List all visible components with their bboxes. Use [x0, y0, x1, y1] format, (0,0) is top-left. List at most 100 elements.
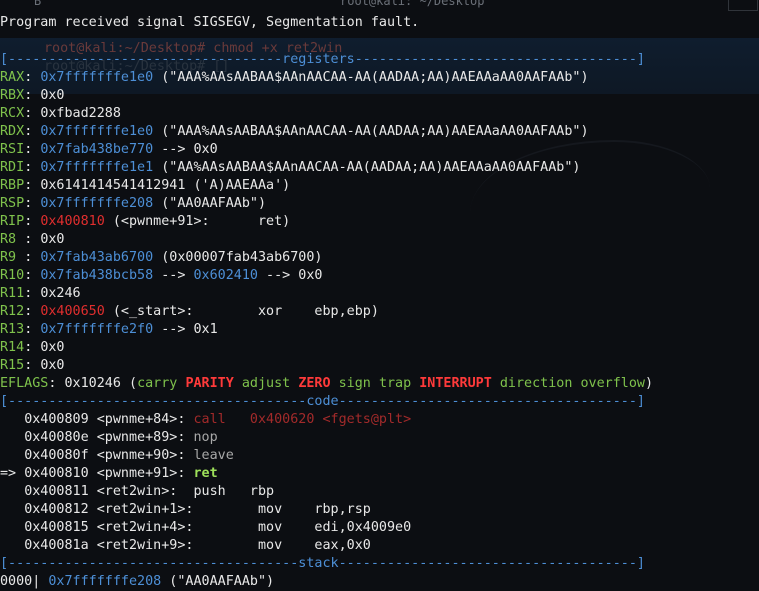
register-separator: :	[24, 106, 41, 121]
register-separator: :	[24, 358, 41, 373]
register-detail: ('A)AAEAAa')	[185, 178, 291, 193]
register-name: RAX	[0, 70, 25, 85]
eflags-value: : 0x10246 (	[48, 376, 138, 391]
register-row: RBP: 0x6141414541412941 ('A)AAEAAa')	[0, 177, 290, 195]
register-value: 0x7fffffffe1e0	[40, 70, 154, 85]
register-name: RIP	[0, 214, 25, 229]
register-value: 0x7fffffffe2f0	[40, 322, 154, 337]
register-value: 0x400650	[40, 304, 105, 319]
register-row: R12: 0x400650 (<_start>: xor ebp,ebp)	[0, 303, 379, 321]
register-name: R13	[0, 322, 25, 337]
code-row: 0x400811 <ret2win>: push rbp	[0, 483, 274, 501]
instruction-address: 0x40081a	[24, 538, 89, 553]
current-instruction-marker	[0, 448, 24, 463]
eflag-adjust: adjust	[241, 376, 291, 391]
code-row: 0x40080e <pwnme+89>: nop	[0, 429, 218, 447]
instruction-operands: eax,0x0	[282, 538, 371, 553]
register-name: RDX	[0, 124, 25, 139]
register-value: 0x0	[40, 358, 65, 373]
code-row: 0x400815 <ret2win+4>: mov edi,0x4009e0	[0, 519, 411, 537]
register-row: RSI: 0x7fab438be770 --> 0x0	[0, 141, 218, 159]
register-name: R14	[0, 340, 25, 355]
instruction-symbol: <ret2win+4>:	[88, 520, 258, 535]
instruction-address: 0x400812	[24, 502, 89, 517]
register-value: 0x7fab438be770	[40, 142, 154, 157]
eflags-space	[492, 376, 500, 391]
register-name: R15	[0, 358, 25, 373]
register-separator: :	[24, 124, 41, 139]
code-row: 0x400809 <pwnme+84>: call 0x400620 <fget…	[0, 411, 411, 429]
instruction-mnemonic: push	[193, 484, 226, 499]
register-value: 0x7fab438bcb58	[40, 268, 154, 283]
register-value: 0x7fffffffe1e1	[40, 160, 154, 175]
register-separator: :	[24, 196, 41, 211]
instruction-symbol: <ret2win+1>:	[88, 502, 258, 517]
eflag-direction: direction	[499, 376, 573, 391]
register-separator: :	[24, 88, 41, 103]
eflags-space	[234, 376, 242, 391]
register-name: R8	[0, 232, 25, 247]
register-name: RDI	[0, 160, 25, 175]
register-detail: ("AA0AAFAAb")	[153, 196, 267, 211]
instruction-address: 0x40080e	[24, 430, 89, 445]
register-row: RAX: 0x7fffffffe1e0 ("AAA%AAsAABAA$AAnAA…	[0, 69, 589, 87]
instruction-address: 0x400809	[24, 412, 89, 427]
instruction-symbol: <ret2win>:	[88, 484, 194, 499]
register-value: 0x246	[40, 286, 81, 301]
register-separator: :	[24, 70, 41, 85]
eflag-trap: trap	[378, 376, 412, 391]
register-name: R12	[0, 304, 25, 319]
eflag-sign: sign	[338, 376, 371, 391]
register-deref-value: 0x602410	[193, 268, 259, 283]
window-title: root@kali: ~/Desktop	[340, 0, 485, 8]
instruction-mnemonic: ret	[193, 466, 218, 481]
register-row: R8 : 0x0	[0, 231, 65, 249]
eflag-parity: PARITY	[185, 376, 234, 391]
register-separator: :	[24, 160, 41, 175]
register-name: RSI	[0, 142, 25, 157]
register-row: RCX: 0xfbad2288	[0, 105, 121, 123]
instruction-symbol: <pwnme+90>:	[88, 448, 194, 463]
register-row: RSP: 0x7fffffffe208 ("AA0AAFAAb")	[0, 195, 266, 213]
terminal-window[interactable]: B root@kali: ~/Desktop Program received …	[0, 0, 759, 591]
register-value: 0x7fffffffe208	[40, 196, 154, 211]
register-detail: ("AAA%AAsAABAA$AAnAACAA-AA(AADAA;AA)AAEA…	[153, 70, 589, 85]
register-value: 0x6141414541412941	[40, 178, 186, 193]
instruction-symbol: <ret2win+9>:	[88, 538, 258, 553]
instruction-operands: edi,0x4009e0	[282, 520, 412, 535]
instruction-symbol: <pwnme+91>:	[88, 466, 194, 481]
register-value: 0x7fffffffe1e0	[40, 124, 154, 139]
register-detail: (0x00007fab43ab6700)	[153, 250, 323, 265]
eflags-line: EFLAGS: 0x10246 (carry PARITY adjust ZER…	[0, 375, 653, 393]
eflags-close: )	[645, 376, 654, 391]
instruction-address: 0x400815	[24, 520, 89, 535]
register-row: RDI: 0x7fffffffe1e1 ("AA%AAsAABAA$AAnAAC…	[0, 159, 580, 177]
window-titlebar: B root@kali: ~/Desktop	[0, 0, 759, 14]
register-value: 0xfbad2288	[40, 106, 121, 121]
register-separator: :	[24, 340, 41, 355]
window-controls[interactable]	[728, 0, 758, 11]
register-row: R10: 0x7fab438bcb58 --> 0x602410 --> 0x0	[0, 267, 323, 285]
code-row: 0x40080f <pwnme+90>: leave	[0, 447, 234, 465]
register-detail: ("AA%AAsAABAA$AAnAACAA-AA(AADAA;AA)AAEAA…	[153, 160, 581, 175]
register-row: R15: 0x0	[0, 357, 65, 375]
register-name: RCX	[0, 106, 25, 121]
register-detail: (<pwnme+91>: ret)	[104, 214, 291, 229]
register-separator: :	[24, 178, 41, 193]
register-name: RBP	[0, 178, 25, 193]
instruction-mnemonic: call	[193, 412, 226, 427]
register-row: R11: 0x246	[0, 285, 81, 303]
eflags-space	[331, 376, 339, 391]
register-separator: :	[24, 142, 41, 157]
instruction-operands: rbp,rsp	[282, 502, 371, 517]
register-name: R11	[0, 286, 25, 301]
register-detail: --> 0x1	[153, 322, 218, 337]
stack-index: 0000|	[0, 574, 41, 589]
eflags-space	[371, 376, 379, 391]
current-instruction-marker: =>	[0, 466, 25, 481]
register-name: RSP	[0, 196, 25, 211]
instruction-symbol: <pwnme+84>:	[88, 412, 194, 427]
instruction-mnemonic: mov	[258, 520, 283, 535]
code-row: 0x400812 <ret2win+1>: mov rbp,rsp	[0, 501, 371, 519]
instruction-operands: 0x400620 <fgets@plt>	[225, 412, 412, 427]
